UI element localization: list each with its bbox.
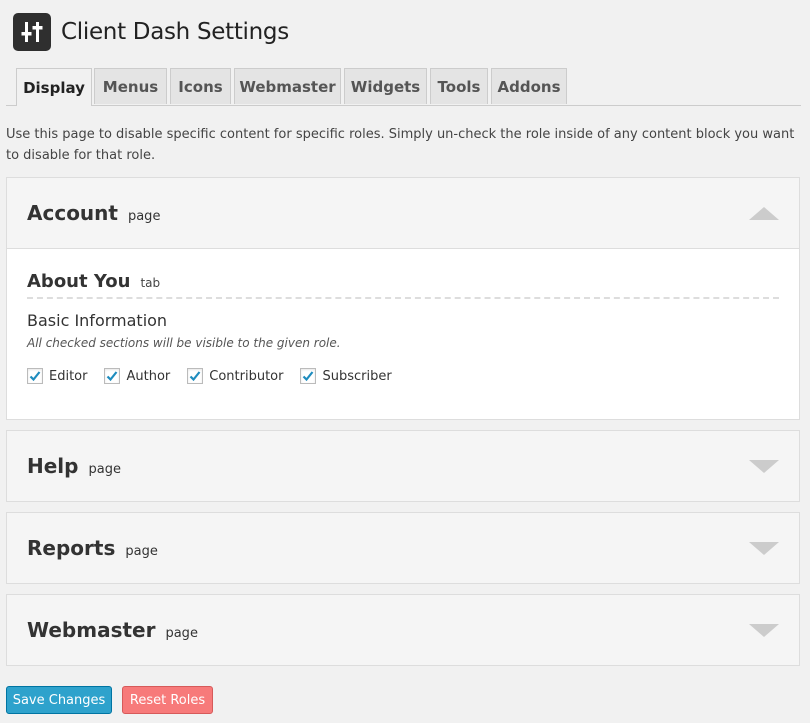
panel-help: Help page (6, 430, 800, 502)
role-label: Author (126, 368, 171, 384)
checkmark-icon (189, 371, 201, 382)
intro-text: Use this page to disable specific conten… (6, 127, 795, 163)
checkmark-icon (29, 371, 41, 382)
section-title: Basic Information (27, 311, 168, 330)
settings-tabs: Display Menus Icons Webmaster Widgets To… (6, 68, 801, 106)
expand-arrow-icon[interactable] (749, 542, 779, 555)
role-editor[interactable]: Editor (27, 368, 87, 384)
tab-widgets[interactable]: Widgets (344, 68, 427, 104)
subscriber-checkbox[interactable] (300, 368, 317, 384)
tab-type: tab (140, 276, 161, 290)
role-contributor[interactable]: Contributor (187, 368, 283, 384)
reset-roles-button[interactable]: Reset Roles (122, 686, 213, 714)
role-author[interactable]: Author (104, 368, 170, 384)
role-label: Subscriber (322, 368, 392, 384)
tab-icons[interactable]: Icons (170, 68, 231, 104)
panel-reports-header[interactable]: Reports page (7, 513, 799, 583)
expand-arrow-icon[interactable] (749, 624, 779, 637)
editor-checkbox[interactable] (27, 368, 43, 384)
tab-title: About You (27, 271, 131, 292)
panel-account-header[interactable]: Account page (7, 178, 799, 248)
panel-title: Reports (27, 536, 116, 560)
panel-title: Help (27, 454, 79, 478)
section-note: All checked sections will be visible to … (27, 336, 341, 350)
panel-webmaster-header[interactable]: Webmaster page (7, 595, 799, 665)
checkmark-icon (303, 371, 314, 382)
panel-type: page (165, 625, 198, 641)
tab-heading: About You tab (27, 271, 779, 299)
panel-account: Account page About You tab Basic Informa… (6, 177, 800, 420)
role-subscriber[interactable]: Subscriber (300, 368, 392, 384)
expand-arrow-icon[interactable] (749, 460, 779, 473)
panel-webmaster: Webmaster page (6, 594, 800, 666)
checkmark-icon (107, 371, 118, 382)
tab-display[interactable]: Display (16, 68, 92, 106)
panel-type: page (127, 208, 161, 224)
collapse-arrow-icon[interactable] (749, 207, 779, 220)
sliders-icon (13, 13, 51, 51)
contributor-checkbox[interactable] (187, 368, 204, 384)
panel-account-body: About You tab Basic Information All chec… (7, 248, 799, 419)
tab-addons[interactable]: Addons (491, 68, 567, 104)
page-title: Client Dash Settings (61, 19, 289, 45)
panel-title: Webmaster (27, 618, 156, 642)
save-changes-button[interactable]: Save Changes (6, 686, 112, 714)
role-label: Contributor (209, 368, 284, 384)
tab-menus[interactable]: Menus (94, 68, 167, 104)
page-header: Client Dash Settings (13, 12, 289, 52)
panel-reports: Reports page (6, 512, 800, 584)
tab-tools[interactable]: Tools (430, 68, 488, 104)
panel-title: Account (27, 201, 118, 225)
author-checkbox[interactable] (104, 368, 121, 384)
panel-type: page (125, 543, 158, 559)
tab-webmaster[interactable]: Webmaster (234, 68, 341, 104)
panel-help-header[interactable]: Help page (7, 431, 799, 501)
role-label: Editor (49, 368, 88, 384)
panel-type: page (88, 461, 121, 477)
role-checkboxes: Editor Author Contributor Subscriber (27, 368, 409, 384)
